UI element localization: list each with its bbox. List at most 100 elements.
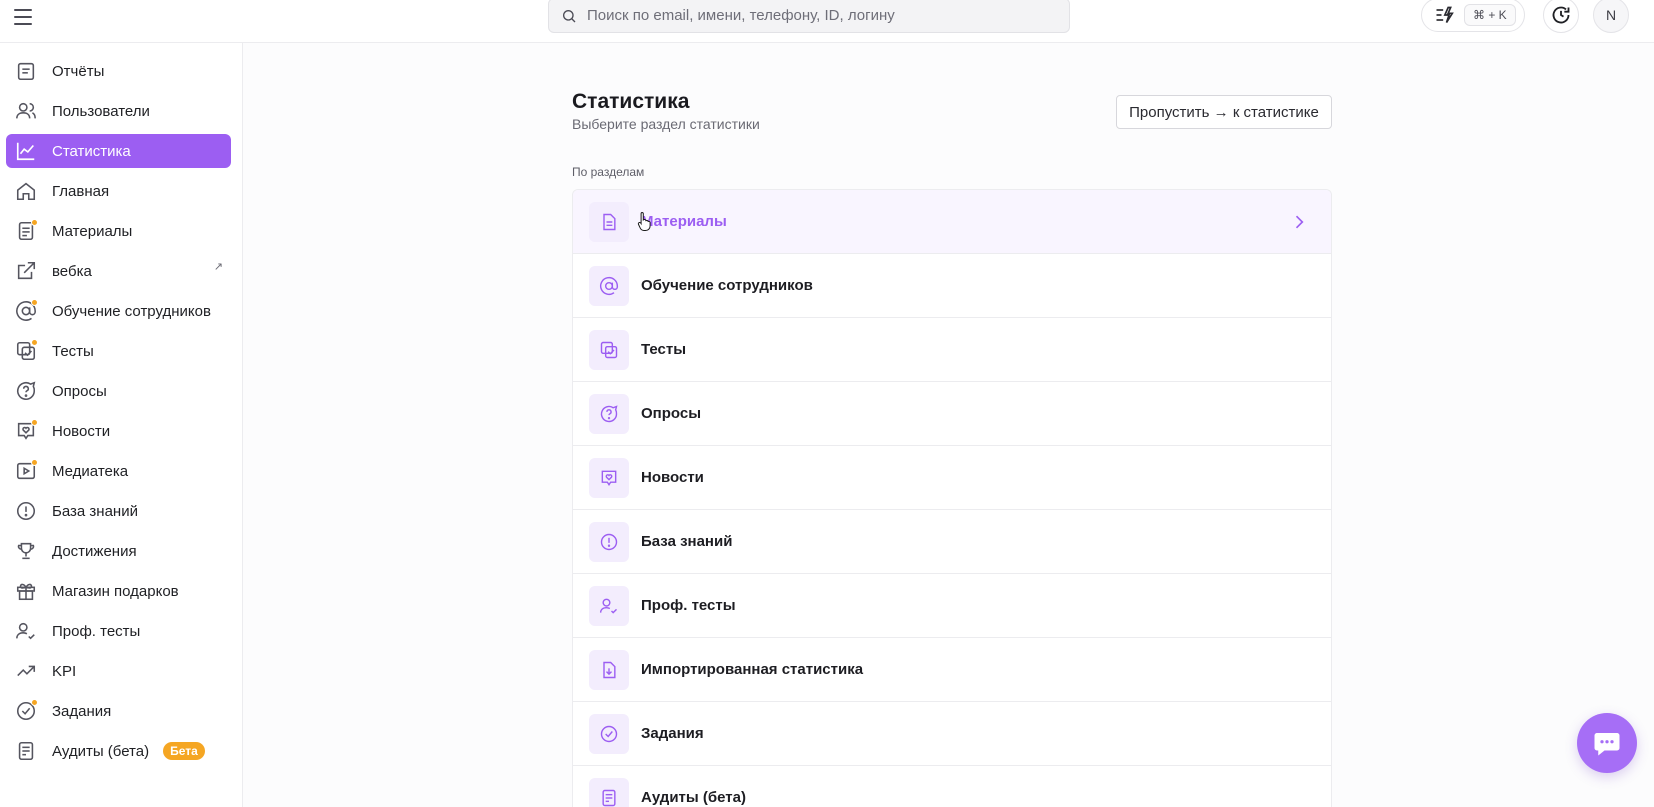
quick-actions-button[interactable]: ⌘ + K	[1421, 0, 1525, 32]
sidebar-item-label: Обучение сотрудников	[52, 302, 211, 320]
sidebar-item-training[interactable]: Обучение сотрудников	[6, 294, 231, 328]
page-subtitle: Выберите раздел статистики	[572, 116, 760, 132]
lightning-list-icon	[1436, 6, 1454, 23]
list-item-news[interactable]: Новости	[573, 446, 1331, 510]
list-item-label: Обучение сотрудников	[641, 277, 813, 294]
list-item-imported-statistics[interactable]: Импортированная статистика	[573, 638, 1331, 702]
sidebar-item-label: Материалы	[52, 222, 133, 240]
sidebar-item-audits[interactable]: Аудиты (бета) Бета	[6, 734, 231, 768]
menu-icon[interactable]	[14, 6, 36, 28]
sidebar-item-label: База знаний	[52, 502, 138, 520]
sidebar-item-label: Задания	[52, 702, 112, 720]
avatar[interactable]: N	[1593, 0, 1629, 33]
trend-up-icon	[14, 659, 38, 683]
import-icon	[589, 649, 629, 690]
sidebar-item-label: Проф. тесты	[52, 622, 141, 640]
at-sign-icon	[589, 265, 629, 306]
sidebar-item-label: Магазин подарков	[52, 582, 179, 600]
history-button[interactable]	[1543, 0, 1579, 33]
list-item-label: Новости	[641, 469, 704, 486]
sidebar-item-tests[interactable]: Тесты	[6, 334, 231, 368]
sidebar-item-statistics[interactable]: Статистика	[6, 134, 231, 168]
home-icon	[14, 179, 38, 203]
sidebar-item-home[interactable]: Главная	[6, 174, 231, 208]
list-item-label: Аудиты (бета)	[641, 789, 746, 806]
list-item-surveys[interactable]: Опросы	[573, 382, 1331, 446]
sidebar-item-label: Опросы	[52, 382, 107, 400]
audit-icon	[14, 739, 38, 763]
sidebar-item-reports[interactable]: Отчёты	[6, 54, 231, 88]
sidebar-item-tasks[interactable]: Задания	[6, 694, 231, 728]
search-box[interactable]	[548, 0, 1070, 33]
info-circle-icon	[14, 499, 38, 523]
question-bubble-icon	[589, 393, 629, 434]
sections-list: Материалы Обучение сотрудников Тесты Опр…	[572, 189, 1332, 807]
list-item-label: Материалы	[641, 213, 727, 230]
notification-dot	[31, 339, 38, 346]
document-icon	[14, 219, 38, 243]
list-item-materials[interactable]: Материалы	[573, 190, 1331, 254]
sidebar-item-surveys[interactable]: Опросы	[6, 374, 231, 408]
audit-icon	[589, 777, 629, 807]
list-item-label: Опросы	[641, 405, 702, 422]
chat-support-button[interactable]	[1577, 713, 1637, 773]
news-icon	[14, 419, 38, 443]
sidebar-item-label: Статистика	[52, 142, 131, 160]
list-item-audits[interactable]: Аудиты (бета)	[573, 766, 1331, 807]
sidebar-item-label: Достижения	[52, 542, 137, 560]
sidebar-item-prof-tests[interactable]: Проф. тесты	[6, 614, 231, 648]
skip-to-statistics-button[interactable]: Пропустить → к статистике	[1116, 95, 1332, 129]
list-item-label: Проф. тесты	[641, 597, 736, 614]
sidebar-item-knowledge-base[interactable]: База знаний	[6, 494, 231, 528]
sidebar-item-materials[interactable]: Материалы	[6, 214, 231, 248]
notification-dot	[31, 219, 38, 226]
sidebar-item-label: Новости	[52, 422, 111, 440]
notification-dot	[31, 419, 38, 426]
list-item-label: Тесты	[641, 341, 687, 358]
page-title: Статистика	[572, 90, 690, 113]
user-check-icon	[589, 585, 629, 626]
list-item-training[interactable]: Обучение сотрудников	[573, 254, 1331, 318]
sidebar-item-news[interactable]: Новости	[6, 414, 231, 448]
question-bubble-icon	[14, 379, 38, 403]
media-icon	[14, 459, 38, 483]
sidebar-item-label: Медиатека	[52, 462, 129, 480]
notification-dot	[31, 299, 38, 306]
sidebar-item-gift-shop[interactable]: Магазин подарков	[6, 574, 231, 608]
top-bar: ⌘ + K N	[0, 0, 1654, 43]
chart-icon	[14, 139, 38, 163]
shortcut-hint: ⌘ + K	[1464, 4, 1516, 26]
sidebar-item-media[interactable]: Медиатека	[6, 454, 231, 488]
sidebar: Отчёты Пользователи Статистика Главная М…	[0, 43, 243, 807]
section-label: По разделам	[572, 165, 645, 179]
chat-icon	[1594, 733, 1620, 756]
main-content: Статистика Выберите раздел статистики Пр…	[243, 43, 1654, 807]
notification-dot	[31, 699, 38, 706]
list-item-tasks[interactable]: Задания	[573, 702, 1331, 766]
sidebar-item-label: Отчёты	[52, 62, 105, 80]
sidebar-item-webka[interactable]: вебка ↗	[6, 254, 231, 288]
open-external-icon: ↗	[213, 261, 223, 273]
list-item-tests[interactable]: Тесты	[573, 318, 1331, 382]
sidebar-item-label: Аудиты (бета)	[52, 742, 150, 760]
chevron-right-icon	[1295, 215, 1304, 229]
list-item-prof-tests[interactable]: Проф. тесты	[573, 574, 1331, 638]
list-item-label: Импортированная статистика	[641, 661, 864, 678]
hand-cursor-icon	[637, 211, 651, 231]
notification-dot	[31, 459, 38, 466]
trophy-icon	[14, 539, 38, 563]
list-item-knowledge-base[interactable]: База знаний	[573, 510, 1331, 574]
info-circle-icon	[589, 521, 629, 562]
report-icon	[14, 59, 38, 83]
test-icon	[14, 339, 38, 363]
users-icon	[14, 99, 38, 123]
document-icon	[589, 201, 629, 242]
sidebar-item-label: Главная	[52, 182, 110, 200]
sidebar-item-users[interactable]: Пользователи	[6, 94, 231, 128]
sidebar-item-kpi[interactable]: KPI	[6, 654, 231, 688]
clock-history-icon	[1552, 6, 1570, 24]
sidebar-item-label: Пользователи	[52, 102, 150, 120]
beta-badge: Бета	[163, 742, 205, 760]
sidebar-item-achievements[interactable]: Достижения	[6, 534, 231, 568]
search-input[interactable]	[587, 7, 1057, 24]
